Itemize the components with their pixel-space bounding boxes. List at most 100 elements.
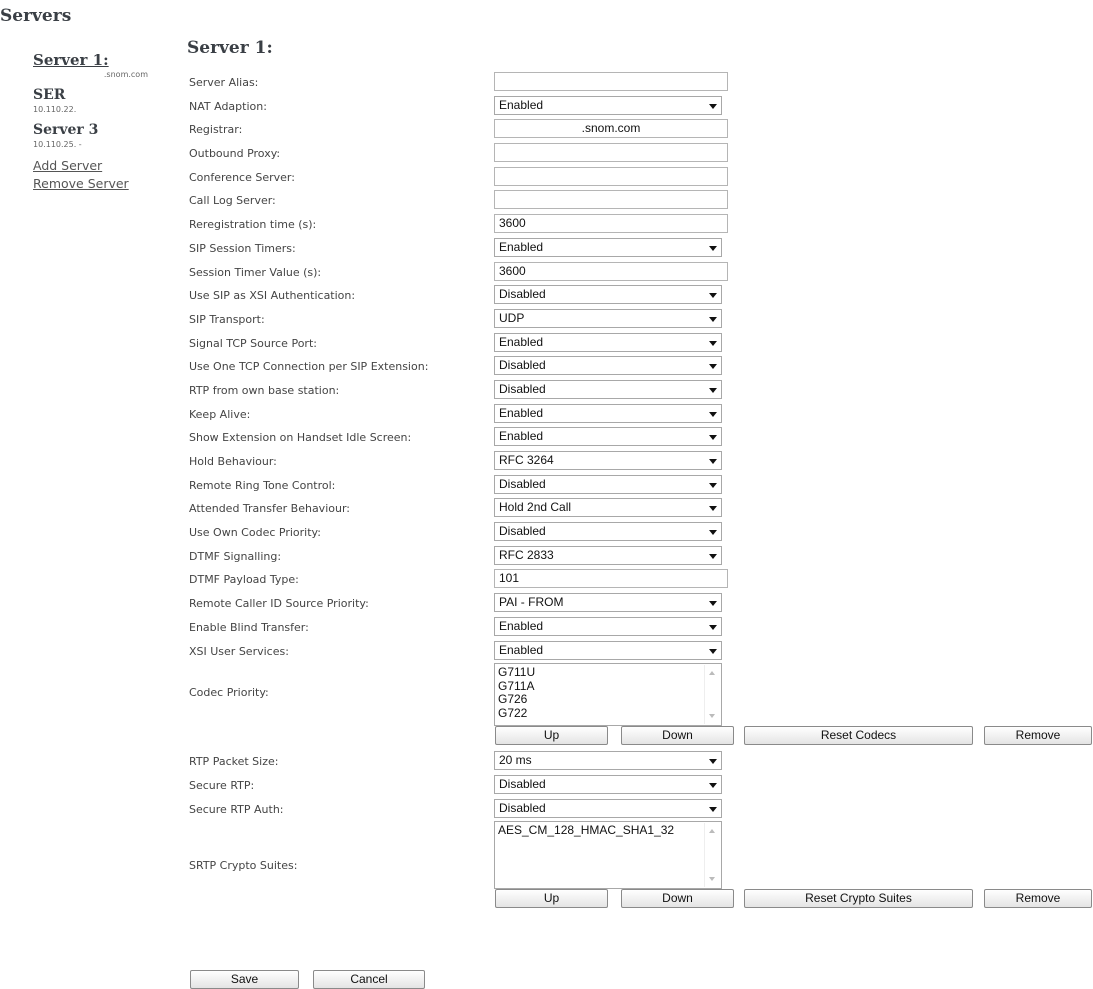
field-control: PAI - FROM xyxy=(494,593,722,613)
text-field[interactable] xyxy=(494,166,728,186)
text-field[interactable]: .snom.com xyxy=(494,119,728,139)
reset-codecs-button[interactable]: Reset Codecs xyxy=(744,726,973,746)
select-dropdown[interactable]: Enabled xyxy=(494,95,722,115)
select-dropdown[interactable]: Enabled xyxy=(494,237,722,257)
select-dropdown[interactable]: Enabled xyxy=(494,640,722,660)
chevron-down-icon[interactable] xyxy=(709,316,717,322)
list-item[interactable]: AES_CM_128_HMAC_SHA1_32 xyxy=(498,824,718,838)
select-dropdown[interactable]: 20 ms xyxy=(494,751,722,771)
codec-up-button[interactable]: Up xyxy=(495,726,608,746)
chevron-down-icon[interactable] xyxy=(709,340,717,346)
field-label: Attended Transfer Behaviour: xyxy=(189,502,350,516)
text-field[interactable] xyxy=(494,72,728,91)
field-control: Enabled xyxy=(494,237,722,257)
setting-row: Use Own Codec Priority: Disabled xyxy=(189,521,1089,545)
chevron-down-icon[interactable] xyxy=(709,293,717,299)
select-dropdown[interactable]: Disabled xyxy=(494,522,722,542)
crypto-remove-button[interactable]: Remove xyxy=(984,889,1092,909)
chevron-down-icon[interactable] xyxy=(709,364,717,370)
chevron-down-icon[interactable] xyxy=(709,530,717,536)
select-dropdown[interactable]: RFC 3264 xyxy=(494,451,722,470)
field-control: Disabled xyxy=(494,522,722,542)
field-control: .snom.com xyxy=(494,119,728,139)
select-dropdown[interactable]: Hold 2nd Call xyxy=(494,498,722,518)
field-control xyxy=(494,190,728,210)
sidebar-server-3[interactable]: Server 3 10.110.25. - xyxy=(33,122,163,150)
setting-row: NAT Adaption: Enabled xyxy=(189,95,1089,119)
select-dropdown[interactable]: Enabled xyxy=(494,616,722,636)
field-label: DTMF Signalling: xyxy=(189,549,282,563)
select-dropdown[interactable]: Disabled xyxy=(494,356,722,376)
list-item[interactable]: G711A xyxy=(498,679,718,694)
codec-remove-button[interactable]: Remove xyxy=(984,726,1092,746)
chevron-down-icon[interactable] xyxy=(709,648,717,654)
server-sidebar: Server 1: .snom.com SER 10.110.22. Serve… xyxy=(33,52,163,193)
server-name[interactable]: Server 1: xyxy=(33,52,163,69)
sidebar-server-2[interactable]: SER 10.110.22. xyxy=(33,87,163,115)
select-dropdown[interactable]: Disabled xyxy=(494,474,722,494)
chevron-down-icon[interactable] xyxy=(709,759,717,765)
chevron-down-icon[interactable] xyxy=(709,806,717,812)
scrollbar[interactable] xyxy=(704,823,720,888)
chevron-down-icon[interactable] xyxy=(709,387,717,393)
scroll-down-icon[interactable] xyxy=(709,714,715,719)
scrollbar[interactable] xyxy=(704,665,720,725)
chevron-down-icon[interactable] xyxy=(709,624,717,630)
field-control xyxy=(494,72,728,91)
select-dropdown[interactable]: Disabled xyxy=(494,379,722,399)
select-dropdown[interactable]: Enabled xyxy=(494,332,722,352)
setting-row: Registrar: .snom.com xyxy=(189,118,1089,142)
text-field[interactable]: 101 xyxy=(494,569,728,589)
crypto-up-button[interactable]: Up xyxy=(495,889,608,909)
setting-row: Remote Caller ID Source Priority: PAI - F… xyxy=(189,592,1089,616)
scroll-up-icon[interactable] xyxy=(709,671,715,676)
scroll-down-icon[interactable] xyxy=(709,877,715,882)
add-server-link[interactable]: Add Server xyxy=(33,157,163,175)
setting-row: RTP Packet Size: 20 ms xyxy=(189,750,1089,774)
field-label: Registrar: xyxy=(189,123,243,137)
chevron-down-icon[interactable] xyxy=(709,782,717,788)
scroll-up-icon[interactable] xyxy=(709,829,715,834)
select-dropdown[interactable]: Disabled xyxy=(494,798,722,818)
list-item[interactable]: G722 xyxy=(498,706,718,721)
field-label: Session Timer Value (s): xyxy=(189,265,322,279)
select-dropdown[interactable]: RFC 2833 xyxy=(494,545,722,565)
chevron-down-icon[interactable] xyxy=(709,245,717,251)
select-dropdown[interactable]: Enabled xyxy=(494,403,722,423)
select-dropdown[interactable]: Disabled xyxy=(494,774,722,794)
chevron-down-icon[interactable] xyxy=(709,482,717,488)
select-dropdown[interactable]: Disabled xyxy=(494,285,722,305)
chevron-down-icon[interactable] xyxy=(709,411,717,417)
codec-buttons: Up Down Reset Codecs Remove xyxy=(189,726,1092,750)
field-control: Disabled xyxy=(494,356,722,376)
codec-priority-row: Codec Priority: G711U G711A G726 G722 xyxy=(189,663,1089,727)
field-label: RTP from own base station: xyxy=(189,383,340,397)
cancel-button[interactable]: Cancel xyxy=(313,970,425,989)
select-dropdown[interactable]: UDP xyxy=(494,308,722,328)
srtp-crypto-list[interactable]: AES_CM_128_HMAC_SHA1_32 xyxy=(494,821,722,890)
select-dropdown[interactable]: PAI - FROM xyxy=(494,593,722,613)
list-item[interactable]: G711U xyxy=(498,666,718,680)
chevron-down-icon[interactable] xyxy=(709,601,717,607)
sidebar-server-1[interactable]: Server 1: .snom.com xyxy=(33,52,163,80)
text-field[interactable]: 3600 xyxy=(494,261,728,281)
codec-priority-list[interactable]: G711U G711A G726 G722 xyxy=(494,663,722,727)
server-name[interactable]: Server 3 xyxy=(33,122,163,139)
list-item[interactable]: G726 xyxy=(498,693,718,707)
codec-down-button[interactable]: Down xyxy=(621,726,734,746)
server-name[interactable]: SER xyxy=(33,87,163,104)
select-dropdown[interactable]: Enabled xyxy=(494,427,722,447)
text-field[interactable]: 3600 xyxy=(494,214,728,234)
chevron-down-icon[interactable] xyxy=(709,553,717,559)
text-field[interactable] xyxy=(494,143,728,163)
text-field[interactable] xyxy=(494,190,728,210)
crypto-down-button[interactable]: Down xyxy=(621,889,734,909)
chevron-down-icon[interactable] xyxy=(709,103,717,109)
chevron-down-icon[interactable] xyxy=(709,459,717,464)
chevron-down-icon[interactable] xyxy=(709,435,717,441)
reset-crypto-suites-button[interactable]: Reset Crypto Suites xyxy=(744,889,973,909)
remove-server-link[interactable]: Remove Server xyxy=(33,175,163,193)
save-button[interactable]: Save xyxy=(190,970,299,989)
field-control: Enabled xyxy=(494,640,722,660)
chevron-down-icon[interactable] xyxy=(709,506,717,512)
